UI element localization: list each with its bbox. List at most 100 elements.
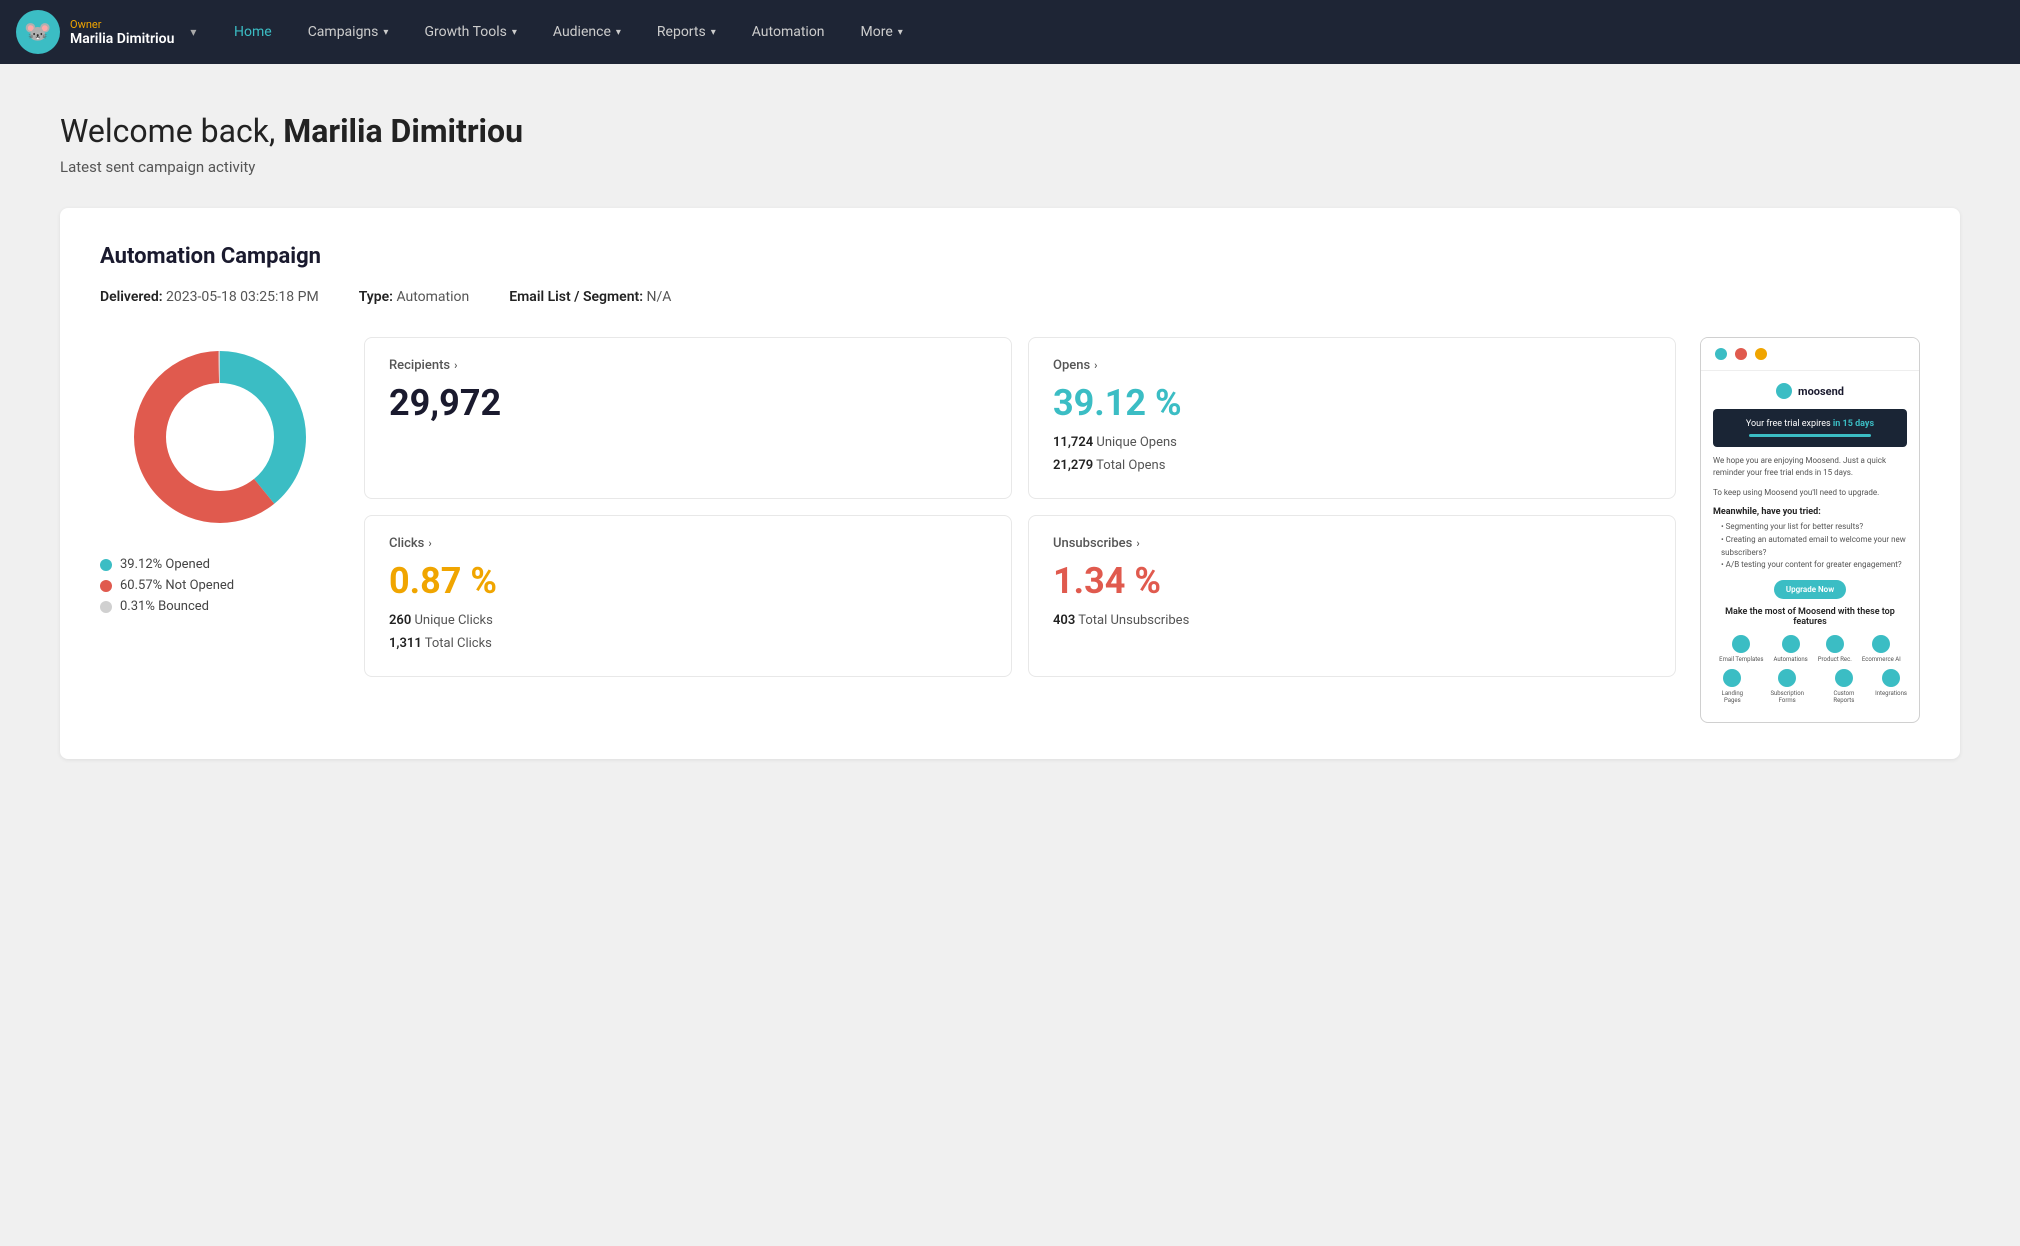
stat-recipients-label[interactable]: Recipients › — [389, 358, 987, 373]
stat-clicks-sub: 260 Unique Clicks 1,311 Total Clicks — [389, 609, 987, 656]
preview-feature-label-1: Email Templates — [1719, 656, 1763, 663]
stat-unsubscribes: Unsubscribes › 1.34 % 403 Total Unsubscr… — [1028, 515, 1676, 677]
preview-dot-gold — [1755, 348, 1767, 360]
owner-label: Owner — [70, 18, 174, 31]
nav-link-more[interactable]: More ▾ — [843, 0, 921, 64]
stat-unsubscribes-label[interactable]: Unsubscribes › — [1053, 536, 1651, 551]
preview-feature-icon-5 — [1723, 669, 1741, 687]
preview-feature-subscription: Subscription Forms — [1762, 669, 1813, 704]
stat-clicks: Clicks › 0.87 % 260 Unique Clicks 1,311 … — [364, 515, 1012, 677]
content-row: 39.12% Opened 60.57% Not Opened 0.31% Bo… — [100, 337, 1920, 723]
stat-unsubscribes-sub: 403 Total Unsubscribes — [1053, 609, 1651, 632]
preview-feature-label-2: Automations — [1773, 656, 1807, 663]
preview-banner: Your free trial expires in 15 days — [1713, 409, 1907, 447]
preview-feature-icon-2 — [1782, 635, 1800, 653]
nav-link-reports[interactable]: Reports ▾ — [639, 0, 734, 64]
preview-feature-email-templates: Email Templates — [1719, 635, 1763, 663]
nav-link-automation[interactable]: Automation — [734, 0, 843, 64]
legend-label-opened: 39.12% Opened — [120, 557, 210, 572]
preview-logo-icon — [1776, 383, 1792, 399]
preview-body-text1: We hope you are enjoying Moosend. Just a… — [1713, 455, 1907, 479]
preview-feature-icon-3 — [1826, 635, 1844, 653]
stat-opens-label[interactable]: Opens › — [1053, 358, 1651, 373]
donut-legend: 39.12% Opened 60.57% Not Opened 0.31% Bo… — [100, 557, 340, 614]
campaign-title: Automation Campaign — [100, 244, 1920, 269]
preview-feature-icon-6 — [1778, 669, 1796, 687]
preview-titlebar — [1701, 338, 1919, 371]
preview-feature-integrations: Integrations — [1875, 669, 1907, 704]
nav-links: Home Campaigns ▾ Growth Tools ▾ Audience… — [216, 0, 2004, 64]
preview-dot-teal — [1715, 348, 1727, 360]
nav-link-home[interactable]: Home — [216, 0, 290, 64]
legend-bounced: 0.31% Bounced — [100, 599, 340, 614]
preview-feature-label-6: Subscription Forms — [1762, 690, 1813, 704]
unsubscribes-arrow-icon: › — [1136, 537, 1139, 550]
clicks-arrow-icon: › — [428, 537, 431, 550]
stat-opens-value: 39.12 % — [1053, 385, 1651, 421]
user-name: Marilia Dimitriou — [283, 112, 523, 150]
legend-dot-not-opened — [100, 580, 112, 592]
stat-clicks-value: 0.87 % — [389, 563, 987, 599]
preview-features-row2: Landing Pages Subscription Forms Custom … — [1713, 669, 1907, 704]
preview-body-text2: To keep using Moosend you'll need to upg… — [1713, 487, 1907, 499]
preview-feature-custom-reports: Custom Reports — [1823, 669, 1865, 704]
brand[interactable]: 🐭 Owner Marilia Dimitriou ▾ — [16, 10, 216, 54]
legend-label-not-opened: 60.57% Not Opened — [120, 578, 234, 593]
reports-dropdown-icon: ▾ — [711, 27, 716, 38]
preview-feature-label-5: Landing Pages — [1713, 690, 1752, 704]
preview-progress-bar — [1749, 434, 1871, 437]
preview-bullets: • Segmenting your list for better result… — [1713, 521, 1907, 572]
preview-body: moosend Your free trial expires in 15 da… — [1701, 371, 1919, 722]
campaigns-dropdown-icon: ▾ — [383, 27, 388, 38]
preview-feature-automations: Automations — [1773, 635, 1807, 663]
preview-feature-icon-8 — [1882, 669, 1900, 687]
preview-feature-label-7: Custom Reports — [1823, 690, 1865, 704]
recipients-arrow-icon: › — [454, 359, 457, 372]
stat-unsubscribes-value: 1.34 % — [1053, 563, 1651, 599]
audience-dropdown-icon: ▾ — [616, 27, 621, 38]
stat-recipients: Recipients › 29,972 — [364, 337, 1012, 499]
preview-feature-icon-7 — [1835, 669, 1853, 687]
welcome-heading: Welcome back, Marilia Dimitriou — [60, 112, 1960, 150]
main-content: Welcome back, Marilia Dimitriou Latest s… — [0, 64, 2020, 807]
nav-link-audience[interactable]: Audience ▾ — [535, 0, 639, 64]
navbar: 🐭 Owner Marilia Dimitriou ▾ Home Campaig… — [0, 0, 2020, 64]
stat-recipients-value: 29,972 — [389, 385, 987, 421]
preview-feature-label-8: Integrations — [1875, 690, 1907, 697]
opens-arrow-icon: › — [1094, 359, 1097, 372]
page-subtitle: Latest sent campaign activity — [60, 158, 1960, 176]
type-meta: Type: Automation — [359, 289, 470, 305]
nav-link-growth-tools[interactable]: Growth Tools ▾ — [406, 0, 534, 64]
campaign-meta: Delivered: 2023-05-18 03:25:18 PM Type: … — [100, 289, 1920, 305]
stats-grid: Recipients › 29,972 Opens › 39.12 % 11,7… — [364, 337, 1676, 677]
donut-section: 39.12% Opened 60.57% Not Opened 0.31% Bo… — [100, 337, 340, 620]
legend-dot-opened — [100, 559, 112, 571]
stat-opens-sub: 11,724 Unique Opens 21,279 Total Opens — [1053, 431, 1651, 478]
donut-svg — [120, 337, 320, 537]
preview-dot-red — [1735, 348, 1747, 360]
preview-feature-label-4: Ecommerce AI — [1862, 656, 1901, 663]
email-preview: moosend Your free trial expires in 15 da… — [1700, 337, 1920, 723]
growth-tools-dropdown-icon: ▾ — [512, 27, 517, 38]
nav-link-campaigns[interactable]: Campaigns ▾ — [290, 0, 407, 64]
delivered-meta: Delivered: 2023-05-18 03:25:18 PM — [100, 289, 319, 305]
email-list-meta: Email List / Segment: N/A — [509, 289, 671, 305]
owner-name: Marilia Dimitriou — [70, 31, 174, 47]
legend-dot-bounced — [100, 601, 112, 613]
preview-feature-ecommerce: Ecommerce AI — [1862, 635, 1901, 663]
owner-info: Owner Marilia Dimitriou — [70, 18, 174, 47]
legend-label-bounced: 0.31% Bounced — [120, 599, 209, 614]
preview-feature-label-3: Product Rec. — [1818, 656, 1852, 663]
stat-clicks-label[interactable]: Clicks › — [389, 536, 987, 551]
owner-dropdown-icon[interactable]: ▾ — [190, 25, 196, 39]
stat-opens: Opens › 39.12 % 11,724 Unique Opens 21,2… — [1028, 337, 1676, 499]
preview-cta-button[interactable]: Upgrade Now — [1774, 580, 1846, 599]
preview-feature-landing: Landing Pages — [1713, 669, 1752, 704]
legend-not-opened: 60.57% Not Opened — [100, 578, 340, 593]
more-dropdown-icon: ▾ — [898, 27, 903, 38]
preview-feature-product-rec: Product Rec. — [1818, 635, 1852, 663]
preview-features-title: Make the most of Moosend with these top … — [1713, 607, 1907, 627]
preview-section-title: Meanwhile, have you tried: — [1713, 507, 1907, 517]
donut-chart — [120, 337, 320, 537]
logo-icon: 🐭 — [16, 10, 60, 54]
